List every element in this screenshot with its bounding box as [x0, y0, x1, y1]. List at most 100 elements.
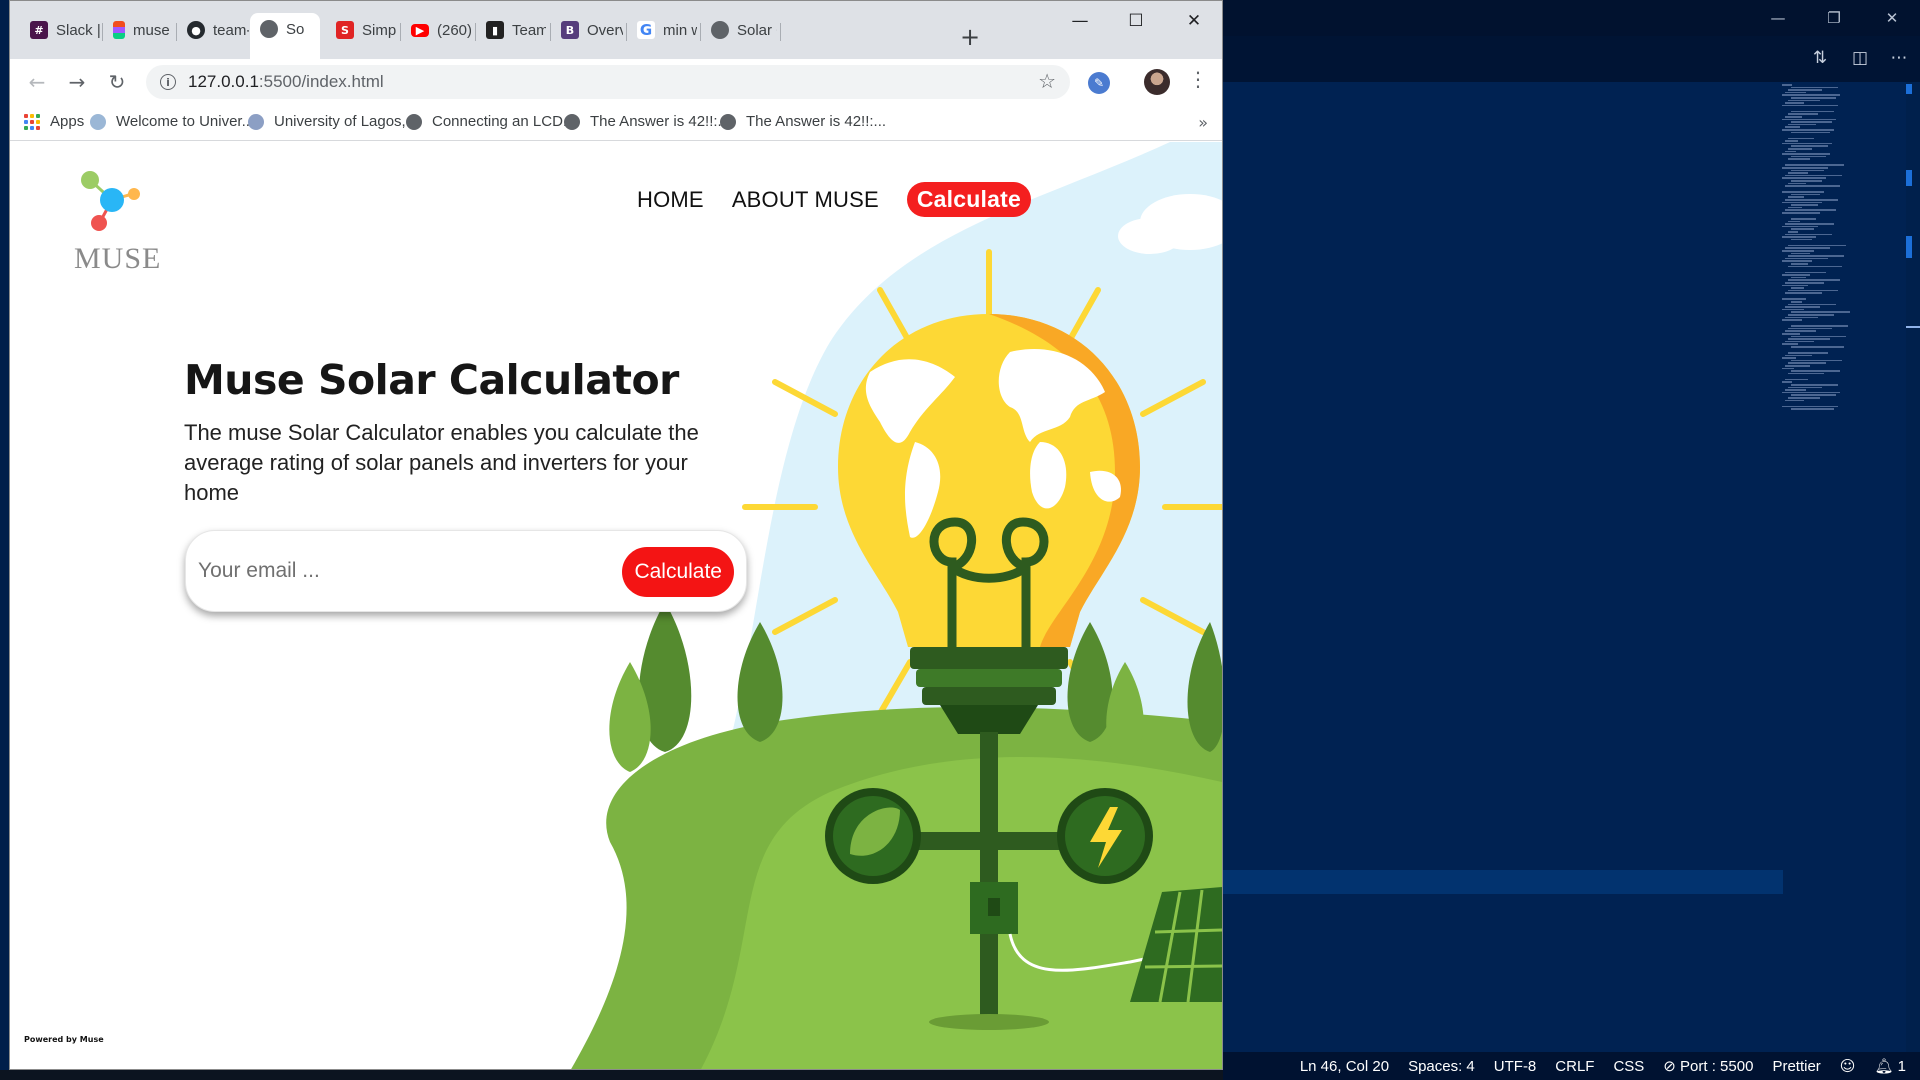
- bookmark-star-icon[interactable]: ☆: [1038, 69, 1056, 93]
- vscode-close-icon[interactable]: ✕: [1864, 0, 1920, 36]
- forward-icon[interactable]: →: [60, 65, 94, 99]
- minimize-icon[interactable]: —: [1052, 3, 1108, 39]
- maximize-icon[interactable]: ☐: [1108, 3, 1164, 39]
- simple-icon: S: [336, 21, 354, 39]
- status-eol[interactable]: CRLF: [1555, 1058, 1594, 1075]
- minimap-line: [1785, 223, 1834, 225]
- url-text[interactable]: 127.0.0.1:5500/index.html: [188, 72, 384, 92]
- tab-figma[interactable]: muse :: [103, 15, 173, 45]
- minimap-line: [1782, 118, 1836, 121]
- status-formatter[interactable]: Prettier: [1772, 1058, 1820, 1075]
- main-nav: HOME ABOUT MUSE Calculate: [637, 182, 1031, 217]
- new-tab-button[interactable]: +: [954, 21, 986, 53]
- minimap-line: [1791, 97, 1836, 99]
- minimap-line: [1788, 255, 1844, 257]
- minimap-line: [1791, 346, 1844, 348]
- tab-google[interactable]: G min w: [627, 15, 697, 45]
- close-window-icon[interactable]: ✕: [1166, 3, 1222, 39]
- minimap[interactable]: [1782, 82, 1904, 410]
- minimap-line: [1785, 378, 1808, 381]
- bookmark-apps[interactable]: Apps: [24, 113, 84, 130]
- bookmark-item[interactable]: The Answer is 42!!:...: [564, 113, 730, 130]
- status-indentation[interactable]: Spaces: 4: [1408, 1058, 1475, 1075]
- bookmark-item[interactable]: Welcome to Univer...: [90, 113, 254, 130]
- extension-icon[interactable]: ✎: [1088, 72, 1110, 94]
- minimap-line: [1788, 148, 1812, 150]
- chrome-window: # Slack | muse : ● team- So ✕ S Simple ▶…: [9, 0, 1223, 1070]
- tab-simple[interactable]: S Simple: [326, 15, 396, 45]
- tab-trello[interactable]: ▮ Team: [476, 15, 546, 45]
- google-icon: G: [637, 21, 655, 39]
- minimap-line: [1788, 244, 1846, 247]
- tab-solar-calc[interactable]: Solar C: [701, 15, 777, 45]
- minimap-line: [1788, 113, 1818, 115]
- tab-label: Overv: [587, 21, 623, 39]
- minimap-line: [1788, 89, 1822, 91]
- minimap-line: [1788, 182, 1806, 185]
- minimap-line: [1785, 399, 1804, 402]
- minimap-line: [1782, 308, 1804, 311]
- status-live-server[interactable]: ⊘ Port : 5500: [1663, 1057, 1753, 1075]
- nav-about-link[interactable]: ABOUT MUSE: [732, 187, 879, 213]
- feedback-icon[interactable]: ☺: [1840, 1057, 1856, 1075]
- minimap-line: [1785, 316, 1818, 319]
- reload-icon[interactable]: ↻: [100, 65, 134, 99]
- minimap-line: [1791, 408, 1834, 410]
- minimap-line: [1785, 164, 1844, 166]
- minimap-line: [1782, 177, 1826, 179]
- split-editor-icon[interactable]: ◫: [1845, 46, 1875, 70]
- minimap-line: [1785, 340, 1814, 343]
- vscode-minimize-icon[interactable]: —: [1750, 0, 1806, 36]
- vscode-statusbar: Ln 46, Col 20 Spaces: 4 UTF-8 CRLF CSS ⊘…: [1223, 1052, 1920, 1080]
- bookmark-item[interactable]: University of Lagos,...: [248, 113, 418, 130]
- tab-strip: # Slack | muse : ● team- So ✕ S Simple ▶…: [10, 1, 1222, 59]
- minimap-line: [1791, 394, 1836, 396]
- minimap-line: [1788, 303, 1836, 306]
- minimap-line: [1785, 257, 1828, 260]
- youtube-icon: ▶: [411, 23, 429, 37]
- editor-scrollbar[interactable]: [1906, 82, 1920, 1052]
- tab-label: (260) l: [437, 21, 471, 39]
- globe-icon: [260, 20, 278, 38]
- tab-bootstrap[interactable]: B Overv: [551, 15, 623, 45]
- minimap-line: [1788, 386, 1822, 389]
- bookmark-item[interactable]: Connecting an LCD...: [406, 113, 575, 130]
- bookmark-label: Connecting an LCD...: [432, 113, 576, 130]
- status-encoding[interactable]: UTF-8: [1494, 1058, 1537, 1075]
- minimap-line: [1791, 384, 1838, 386]
- minimap-line: [1788, 338, 1830, 340]
- more-actions-icon[interactable]: ⋯: [1884, 46, 1914, 70]
- status-language[interactable]: CSS: [1613, 1058, 1644, 1075]
- unilag-icon: [248, 113, 264, 130]
- bookmark-item[interactable]: The Answer is 42!!:...: [720, 113, 886, 130]
- profile-avatar[interactable]: [1144, 69, 1170, 95]
- source-control-icon[interactable]: ⇅: [1805, 46, 1835, 70]
- tab-youtube[interactable]: ▶ (260) l: [401, 15, 471, 45]
- status-port: Port : 5500: [1680, 1058, 1754, 1075]
- minimap-line: [1791, 311, 1850, 313]
- vscode-restore-icon[interactable]: ❐: [1806, 0, 1862, 36]
- globe-icon: [564, 113, 580, 130]
- taskbar: [0, 1070, 1223, 1080]
- calculate-button[interactable]: Calculate: [622, 547, 734, 597]
- email-input[interactable]: [198, 551, 578, 591]
- minimap-line: [1782, 225, 1818, 228]
- address-bar[interactable]: i 127.0.0.1:5500/index.html ☆: [146, 65, 1070, 99]
- nav-home-link[interactable]: HOME: [637, 187, 704, 213]
- minimap-line: [1782, 260, 1812, 262]
- minimap-line: [1782, 298, 1806, 300]
- tab-solar-active[interactable]: So ✕: [250, 13, 320, 59]
- tab-github[interactable]: ● team-: [177, 15, 249, 45]
- back-icon[interactable]: ←: [20, 65, 54, 99]
- more-bookmarks-icon[interactable]: »: [1198, 113, 1208, 132]
- minimap-line: [1788, 206, 1802, 209]
- site-info-icon[interactable]: i: [160, 74, 176, 90]
- nav-calculate-button[interactable]: Calculate: [906, 182, 1031, 217]
- tab-label: Simple: [362, 21, 396, 39]
- tab-slack[interactable]: # Slack |: [20, 15, 100, 45]
- minimap-line: [1782, 167, 1828, 169]
- chrome-menu-icon[interactable]: ⋮: [1188, 67, 1208, 91]
- trello-icon: ▮: [486, 21, 504, 39]
- status-notifications[interactable]: 🔔︎ 1: [1874, 1057, 1906, 1075]
- status-cursor-position[interactable]: Ln 46, Col 20: [1300, 1058, 1389, 1075]
